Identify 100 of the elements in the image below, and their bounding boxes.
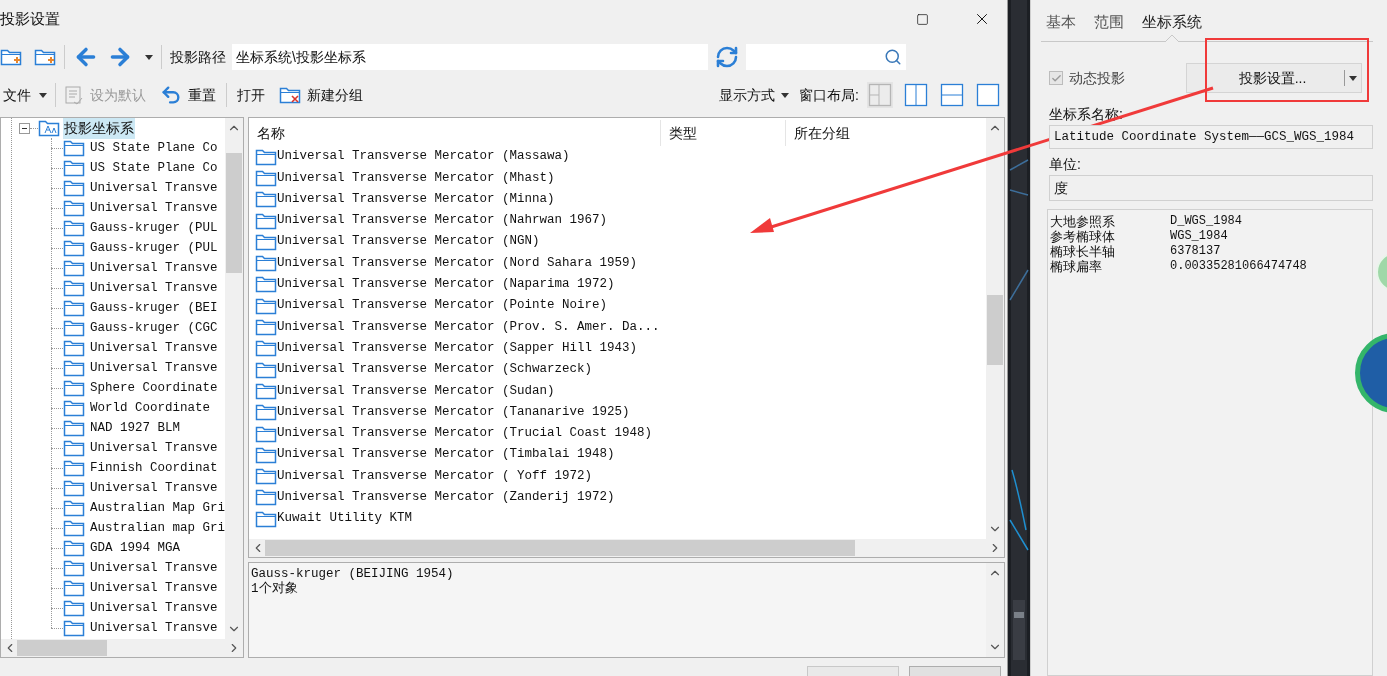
search-icon[interactable] xyxy=(884,48,902,66)
list-row[interactable]: Universal Transverse Mercator (Pointe Noire) xyxy=(277,296,608,316)
list-row[interactable]: Universal Transverse Mercator (Minna) xyxy=(277,189,555,209)
unit-field[interactable]: 度 xyxy=(1049,175,1373,201)
tree-item[interactable]: 投影坐标系 xyxy=(63,118,135,139)
tree-item[interactable]: Australian map Gri xyxy=(89,518,225,538)
collapse-toggle[interactable] xyxy=(19,122,30,134)
layout-button[interactable] xyxy=(975,82,1001,108)
folder-icon xyxy=(255,253,277,274)
tree-item[interactable]: Universal Transve xyxy=(90,198,218,218)
folder-icon xyxy=(63,598,85,618)
tree-item[interactable]: Gauss-kruger (CGC xyxy=(90,318,218,338)
list-row[interactable]: Universal Transverse Mercator (NGN) xyxy=(277,232,540,252)
search-field[interactable] xyxy=(746,44,906,70)
property-value: WGS_1984 xyxy=(1170,229,1228,244)
layout-button[interactable] xyxy=(903,82,929,108)
display-mode-menu[interactable]: 显示方式 xyxy=(719,84,790,106)
scroll-thumb[interactable] xyxy=(17,640,107,656)
property-value: 0.00335281066474748 xyxy=(1170,259,1307,274)
tree-item[interactable]: Universal Transve xyxy=(90,438,218,458)
scrollbar[interactable] xyxy=(986,118,1004,539)
list-row[interactable]: Universal Transverse Mercator (Sapper Hill 1943) xyxy=(277,338,638,358)
reset-button[interactable]: 重置 xyxy=(160,84,216,106)
info-text: 1个对象 xyxy=(251,582,299,597)
refresh-icon[interactable] xyxy=(715,45,739,69)
property-name: 参考椭球体 xyxy=(1050,229,1116,244)
folder-icon xyxy=(63,478,85,498)
caret-icon xyxy=(39,92,47,98)
maximize-icon[interactable] xyxy=(916,12,929,26)
tree-item[interactable]: Gauss-kruger (PUL xyxy=(90,218,218,238)
folder-icon xyxy=(63,398,85,418)
list-row[interactable]: Universal Transverse Mercator (Trucial Coast 1948) xyxy=(277,424,653,443)
tree-item[interactable]: Gauss-kruger (PUL xyxy=(90,238,218,258)
tree-item[interactable]: Universal Transve xyxy=(90,338,218,358)
tree-item[interactable]: World Coordinate xyxy=(90,398,211,418)
list-row[interactable]: Universal Transverse Mercator (Naparima 1972) xyxy=(277,275,615,294)
file-menu[interactable]: 文件 xyxy=(0,84,47,106)
scrollbar[interactable] xyxy=(249,539,1004,557)
list-row[interactable]: Universal Transverse Mercator (Schwarzeck) xyxy=(277,360,593,379)
folder-icon xyxy=(255,189,277,210)
tree-item[interactable]: Universal Transve xyxy=(90,618,218,638)
tree-item[interactable]: Universal Transve xyxy=(90,578,218,598)
folder-icon xyxy=(63,298,85,318)
scroll-thumb[interactable] xyxy=(987,295,1003,365)
tab[interactable]: 坐标系统 xyxy=(1142,10,1202,41)
scroll-thumb[interactable] xyxy=(265,540,855,556)
layout-button[interactable] xyxy=(939,82,965,108)
scrollbar[interactable] xyxy=(1,639,243,657)
folder-icon xyxy=(279,85,301,105)
tree-item[interactable]: NAD 1927 BLM xyxy=(90,418,180,438)
tree-item[interactable]: Universal Transve xyxy=(90,278,218,298)
tree-item[interactable]: US State Plane Co xyxy=(90,158,218,178)
caret-icon xyxy=(781,92,790,98)
list-check-icon xyxy=(64,85,84,105)
property-name: 大地参照系 xyxy=(1050,214,1116,229)
folder-icon xyxy=(63,358,85,378)
tab[interactable]: 基本 xyxy=(1046,10,1076,41)
folder-icon xyxy=(63,258,85,278)
undo-icon xyxy=(160,84,182,106)
tree-item[interactable]: Universal Transve xyxy=(90,258,218,278)
list-row[interactable]: Kuwait Utility KTM xyxy=(277,509,413,529)
scrollbar[interactable] xyxy=(225,118,243,639)
projection-settings-button[interactable]: 投影设置... xyxy=(1186,63,1362,93)
folder-icon xyxy=(62,498,85,518)
tree-item[interactable]: US State Plane Co xyxy=(90,138,218,158)
list-row[interactable]: Universal Transverse Mercator (Sudan) xyxy=(277,381,555,401)
scroll-thumb[interactable] xyxy=(226,153,242,273)
list-row[interactable]: Universal Transverse Mercator (Prov. S. Amer. Da... xyxy=(277,317,660,337)
list-row[interactable]: Universal Transverse Mercator (Tananarive 1925) xyxy=(277,402,630,422)
field-label: 单位: xyxy=(1048,155,1082,174)
tree-item[interactable]: Universal Transve xyxy=(90,558,218,578)
tree-item[interactable]: Universal Transve xyxy=(90,178,218,198)
scrollbar[interactable] xyxy=(986,563,1004,657)
tab[interactable]: 范围 xyxy=(1094,10,1124,41)
tree-item[interactable]: Universal Transve xyxy=(90,478,218,498)
folder-icon xyxy=(255,317,277,337)
folder-icon xyxy=(63,558,85,578)
column-header[interactable]: 名称 xyxy=(249,120,661,146)
list-row[interactable]: Universal Transverse Mercator (Timbalai 1948) xyxy=(277,445,615,465)
tree-item[interactable]: Universal Transve xyxy=(90,358,218,378)
list-row[interactable]: Universal Transverse Mercator ( Yoff 1972) xyxy=(277,466,593,486)
tree-item[interactable]: Universal Transve xyxy=(90,598,218,618)
list-row[interactable]: Universal Transverse Mercator (Zanderij 1972) xyxy=(277,488,615,507)
tree-item[interactable]: GDA 1994 MGA xyxy=(90,538,180,558)
folder-icon xyxy=(255,402,277,423)
list-row[interactable]: Universal Transverse Mercator (Massawa) xyxy=(277,147,570,166)
tree-item[interactable]: Gauss-kruger (BEI xyxy=(90,298,218,318)
folder-icon xyxy=(63,338,85,358)
open-button[interactable]: 打开 xyxy=(237,84,265,106)
path-field[interactable]: 坐标系统\投影坐标系 xyxy=(232,44,708,70)
list-row[interactable]: Universal Transverse Mercator (Nahrwan 1967) xyxy=(277,211,608,230)
name-field[interactable]: Latitude Coordinate System——GCS_WGS_1984 xyxy=(1049,125,1373,149)
column-header[interactable]: 类型 xyxy=(661,120,786,146)
list-row[interactable]: Universal Transverse Mercator (Mhast) xyxy=(277,168,555,188)
tree-item[interactable]: Finnish Coordinat xyxy=(90,458,218,478)
tree-item[interactable]: Australian Map Gri xyxy=(89,498,225,518)
tree-item[interactable]: Sphere Coordinate xyxy=(90,378,218,398)
list-row[interactable]: Universal Transverse Mercator (Nord Sahara 1959) xyxy=(277,253,638,273)
new-group-button[interactable]: 新建分组 xyxy=(279,84,363,106)
column-header[interactable]: 所在分组 xyxy=(786,120,986,146)
